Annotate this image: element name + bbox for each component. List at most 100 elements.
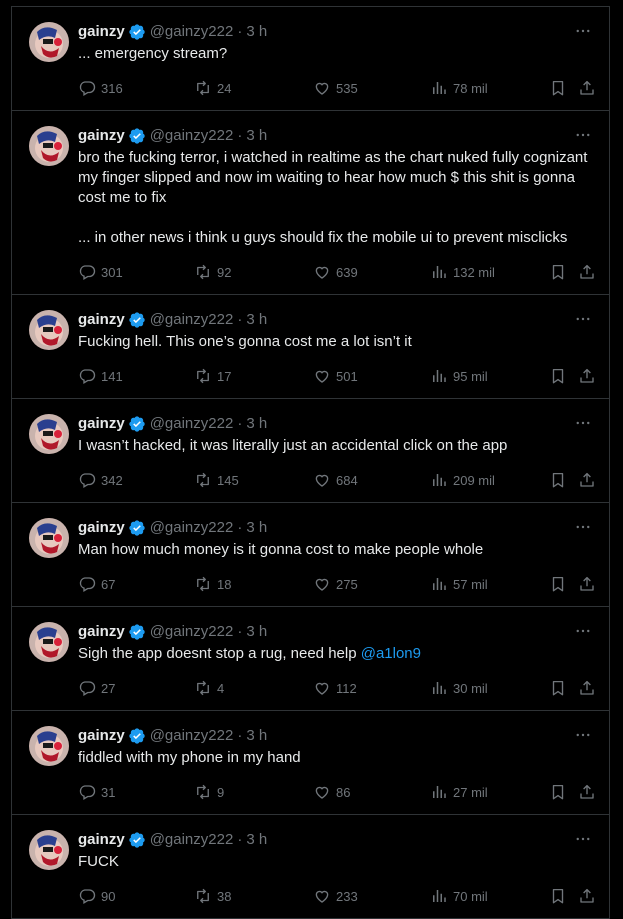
views-button[interactable]: 27 mil [430, 782, 488, 802]
avatar[interactable] [29, 126, 69, 166]
views-button[interactable]: 30 mil [430, 678, 488, 698]
author-name[interactable]: gainzy [78, 830, 125, 850]
share-icon [580, 784, 594, 799]
bookmark-button[interactable] [549, 574, 567, 594]
tweet[interactable]: gainzy @gainzy222 · 3 h Fucking hell. Th… [11, 295, 610, 399]
more-options-icon[interactable] [573, 725, 593, 745]
reply-button[interactable]: 31 [78, 782, 115, 802]
views-button[interactable]: 57 mil [430, 574, 488, 594]
author-name[interactable]: gainzy [78, 726, 125, 746]
author-name[interactable]: gainzy [78, 22, 125, 42]
bookmark-button[interactable] [549, 78, 567, 98]
avatar[interactable] [29, 830, 69, 870]
author-handle[interactable]: @gainzy222 [150, 830, 234, 850]
views-button[interactable]: 78 mil [430, 78, 488, 98]
author-name[interactable]: gainzy [78, 518, 125, 538]
author-handle[interactable]: @gainzy222 [150, 310, 234, 330]
more-options-icon[interactable] [573, 621, 593, 641]
avatar[interactable] [29, 310, 69, 350]
like-button[interactable]: 233 [313, 886, 358, 906]
avatar[interactable] [29, 414, 69, 454]
retweet-button[interactable]: 145 [194, 470, 239, 490]
reply-button[interactable]: 90 [78, 886, 115, 906]
avatar[interactable] [29, 518, 69, 558]
retweet-button[interactable]: 18 [194, 574, 231, 594]
more-options-icon[interactable] [573, 413, 593, 433]
share-button[interactable] [578, 574, 596, 594]
bookmark-button[interactable] [549, 782, 567, 802]
retweet-button[interactable]: 38 [194, 886, 231, 906]
tweet-time[interactable]: 3 h [246, 726, 267, 746]
share-button[interactable] [578, 886, 596, 906]
tweet-time[interactable]: 3 h [246, 22, 267, 42]
like-button[interactable]: 684 [313, 470, 358, 490]
mention-link[interactable]: @a1lon9 [361, 645, 421, 662]
bookmark-button[interactable] [549, 886, 567, 906]
share-button[interactable] [578, 78, 596, 98]
avatar[interactable] [29, 622, 69, 662]
tweet[interactable]: gainzy @gainzy222 · 3 h I wasn’t hacked,… [11, 399, 610, 503]
author-name[interactable]: gainzy [78, 126, 125, 146]
reply-button[interactable]: 316 [78, 78, 123, 98]
author-handle[interactable]: @gainzy222 [150, 414, 234, 434]
author-name[interactable]: gainzy [78, 622, 125, 642]
reply-button[interactable]: 141 [78, 366, 123, 386]
share-button[interactable] [578, 470, 596, 490]
views-button[interactable]: 132 mil [430, 262, 495, 282]
author-handle[interactable]: @gainzy222 [150, 22, 234, 42]
tweet-time[interactable]: 3 h [246, 622, 267, 642]
bookmark-button[interactable] [549, 470, 567, 490]
bookmark-button[interactable] [549, 366, 567, 386]
more-options-icon[interactable] [573, 125, 593, 145]
tweet[interactable]: gainzy @gainzy222 · 3 h fiddled with my … [11, 711, 610, 815]
retweet-button[interactable]: 9 [194, 782, 224, 802]
author-handle[interactable]: @gainzy222 [150, 622, 234, 642]
like-button[interactable]: 639 [313, 262, 358, 282]
author-name[interactable]: gainzy [78, 414, 125, 434]
author-name[interactable]: gainzy [78, 310, 125, 330]
tweet-header: gainzy @gainzy222 · 3 h [78, 126, 593, 146]
author-handle[interactable]: @gainzy222 [150, 726, 234, 746]
views-button[interactable]: 70 mil [430, 886, 488, 906]
retweet-button[interactable]: 17 [194, 366, 231, 386]
bookmark-button[interactable] [549, 678, 567, 698]
retweet-button[interactable]: 24 [194, 78, 231, 98]
like-button[interactable]: 535 [313, 78, 358, 98]
more-options-icon[interactable] [573, 21, 593, 41]
tweet-time[interactable]: 3 h [246, 830, 267, 850]
retweet-button[interactable]: 92 [194, 262, 231, 282]
tweet-time[interactable]: 3 h [246, 310, 267, 330]
tweet[interactable]: gainzy @gainzy222 · 3 h Man how much mon… [11, 503, 610, 607]
more-options-icon[interactable] [573, 829, 593, 849]
tweet[interactable]: gainzy @gainzy222 · 3 h Sigh the app doe… [11, 607, 610, 711]
reply-button[interactable]: 301 [78, 262, 123, 282]
reply-button[interactable]: 27 [78, 678, 115, 698]
like-button[interactable]: 275 [313, 574, 358, 594]
author-handle[interactable]: @gainzy222 [150, 126, 234, 146]
share-button[interactable] [578, 782, 596, 802]
retweet-button[interactable]: 4 [194, 678, 224, 698]
avatar[interactable] [29, 726, 69, 766]
tweet-time[interactable]: 3 h [246, 414, 267, 434]
tweet-time[interactable]: 3 h [246, 518, 267, 538]
share-button[interactable] [578, 366, 596, 386]
like-button[interactable]: 86 [313, 782, 350, 802]
avatar[interactable] [29, 22, 69, 62]
share-button[interactable] [578, 262, 596, 282]
tweet[interactable]: gainzy @gainzy222 · 3 h ... emergency st… [11, 7, 610, 111]
like-button[interactable]: 501 [313, 366, 358, 386]
share-button[interactable] [578, 678, 596, 698]
more-options-icon[interactable] [573, 517, 593, 537]
views-button[interactable]: 209 mil [430, 470, 495, 490]
tweet[interactable]: gainzy @gainzy222 · 3 h FUCK 90 38 233 7… [11, 815, 610, 919]
retweet-icon [197, 680, 209, 696]
reply-button[interactable]: 67 [78, 574, 115, 594]
author-handle[interactable]: @gainzy222 [150, 518, 234, 538]
more-options-icon[interactable] [573, 309, 593, 329]
like-button[interactable]: 112 [313, 678, 357, 698]
views-button[interactable]: 95 mil [430, 366, 488, 386]
bookmark-button[interactable] [549, 262, 567, 282]
reply-button[interactable]: 342 [78, 470, 123, 490]
tweet-time[interactable]: 3 h [246, 126, 267, 146]
tweet[interactable]: gainzy @gainzy222 · 3 h bro the fucking … [11, 111, 610, 295]
